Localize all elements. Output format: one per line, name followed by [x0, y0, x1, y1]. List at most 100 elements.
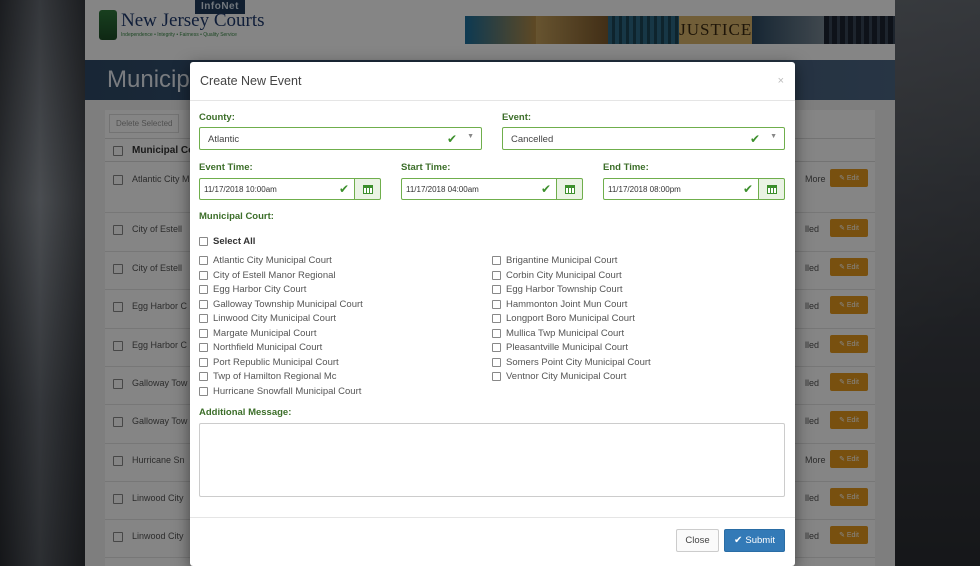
court-option[interactable]: Margate Municipal Court [199, 328, 317, 339]
court-option[interactable]: Longport Boro Municipal Court [492, 313, 635, 324]
court-label: Galloway Township Municipal Court [213, 298, 363, 310]
modal-title: Create New Event [200, 74, 302, 88]
court-option[interactable]: Somers Point City Municipal Court [492, 357, 651, 368]
county-value: Atlantic [208, 134, 240, 145]
calendar-icon [564, 184, 575, 194]
court-option[interactable]: Galloway Township Municipal Court [199, 299, 363, 310]
court-label: Hurricane Snowfall Municipal Court [213, 385, 362, 397]
court-checkbox[interactable] [492, 328, 501, 338]
court-option[interactable]: Atlantic City Municipal Court [199, 255, 332, 266]
modal-header: Create New Event × [190, 62, 795, 101]
select-all-checkbox[interactable] [199, 237, 208, 246]
start-time-input[interactable]: 11/17/2018 04:00am ✔ [401, 178, 557, 200]
court-checkbox[interactable] [492, 357, 501, 367]
close-button[interactable]: Close [676, 529, 719, 552]
court-label: Atlantic City Municipal Court [213, 255, 332, 266]
court-checkbox[interactable] [199, 314, 208, 323]
end-time-calendar-button[interactable] [759, 178, 785, 200]
court-checkbox[interactable] [199, 328, 208, 338]
court-option[interactable]: Hammonton Joint Mun Court [492, 299, 627, 310]
close-icon[interactable]: × [778, 75, 784, 87]
court-option[interactable]: Linwood City Municipal Court [199, 313, 336, 324]
event-label: Event: [502, 112, 532, 123]
event-time-value: 11/17/2018 10:00am [204, 185, 277, 194]
court-option[interactable]: Pleasantville Municipal Court [492, 342, 628, 353]
start-time-picker: 11/17/2018 04:00am ✔ [401, 178, 583, 200]
court-option[interactable]: Egg Harbor Township Court [492, 284, 623, 295]
additional-message-label: Additional Message: [199, 407, 292, 418]
calendar-icon [766, 184, 777, 194]
event-time-picker: 11/17/2018 10:00am ✔ [199, 178, 381, 200]
court-option[interactable]: Northfield Municipal Court [199, 342, 322, 353]
end-time-label: End Time: [603, 162, 649, 173]
court-label: Brigantine Municipal Court [506, 255, 618, 266]
court-option[interactable]: Twp of Hamilton Regional Mc [199, 371, 337, 382]
end-time-picker: 11/17/2018 08:00pm ✔ [603, 178, 785, 200]
court-option[interactable]: City of Estell Manor Regional [199, 270, 336, 281]
court-checkbox[interactable] [199, 357, 208, 367]
start-time-label: Start Time: [401, 162, 451, 173]
event-time-label: Event Time: [199, 162, 253, 173]
court-label: Egg Harbor City Court [213, 284, 307, 295]
submit-button[interactable]: ✔ Submit [724, 529, 785, 552]
modal-footer: Close ✔ Submit [190, 517, 795, 566]
court-checkbox[interactable] [492, 270, 501, 280]
court-checkbox[interactable] [492, 314, 501, 323]
court-checkbox[interactable] [199, 299, 208, 309]
county-select[interactable]: Atlantic ✔ ▼ [199, 127, 482, 150]
end-time-input[interactable]: 11/17/2018 08:00pm ✔ [603, 178, 759, 200]
chevron-down-icon: ▼ [770, 133, 777, 140]
court-label: Port Republic Municipal Court [213, 356, 339, 368]
court-label: Mullica Twp Municipal Court [506, 327, 625, 339]
court-option[interactable]: Hurricane Snowfall Municipal Court [199, 386, 361, 397]
checkmark-icon: ✔ [338, 182, 349, 196]
court-option[interactable]: Port Republic Municipal Court [199, 357, 339, 368]
court-checkbox[interactable] [199, 256, 208, 265]
court-checkbox[interactable] [199, 270, 208, 280]
court-option[interactable]: Egg Harbor City Court [199, 284, 306, 295]
court-option[interactable]: Ventnor City Municipal Court [492, 371, 626, 382]
additional-message-textarea[interactable] [199, 423, 785, 497]
select-all-courts[interactable]: Select All [199, 236, 255, 247]
calendar-icon [362, 184, 373, 194]
court-label: Hammonton Joint Mun Court [506, 298, 628, 310]
court-label: Somers Point City Municipal Court [506, 356, 651, 368]
start-time-calendar-button[interactable] [557, 178, 583, 200]
court-label: Twp of Hamilton Regional Mc [213, 371, 337, 382]
select-all-label: Select All [213, 236, 256, 247]
checkmark-icon: ✔ [749, 132, 760, 146]
court-option[interactable]: Corbin City Municipal Court [492, 270, 622, 281]
court-checkbox[interactable] [492, 372, 501, 381]
court-label: Margate Municipal Court [213, 327, 317, 339]
start-time-value: 11/17/2018 04:00am [406, 185, 479, 194]
checkmark-icon: ✔ [734, 535, 743, 546]
court-checkbox[interactable] [199, 386, 208, 396]
court-label: Linwood City Municipal Court [213, 313, 337, 324]
court-option[interactable]: Brigantine Municipal Court [492, 255, 617, 266]
checkmark-icon: ✔ [742, 182, 753, 196]
court-checkbox[interactable] [492, 299, 501, 309]
court-label: Pleasantville Municipal Court [506, 342, 628, 353]
court-checkbox[interactable] [199, 343, 208, 352]
checkmark-icon: ✔ [540, 182, 551, 196]
create-event-modal: Create New Event × County: Atlantic ✔ ▼ … [190, 62, 795, 566]
court-label: Northfield Municipal Court [213, 342, 323, 353]
municipal-court-label: Municipal Court: [199, 211, 274, 222]
checkmark-icon: ✔ [446, 132, 457, 146]
chevron-down-icon: ▼ [467, 133, 474, 140]
court-checkbox[interactable] [199, 285, 208, 294]
court-checkbox[interactable] [492, 343, 501, 352]
event-value: Cancelled [511, 134, 554, 145]
court-label: Corbin City Municipal Court [506, 269, 622, 281]
event-time-input[interactable]: 11/17/2018 10:00am ✔ [199, 178, 355, 200]
court-label: Egg Harbor Township Court [506, 284, 623, 295]
court-option[interactable]: Mullica Twp Municipal Court [492, 328, 624, 339]
submit-label: Submit [745, 535, 775, 546]
event-select[interactable]: Cancelled ✔ ▼ [502, 127, 785, 150]
court-checkbox[interactable] [492, 256, 501, 265]
court-checkbox[interactable] [492, 285, 501, 294]
event-time-calendar-button[interactable] [355, 178, 381, 200]
court-checkbox[interactable] [199, 372, 208, 381]
court-label: City of Estell Manor Regional [213, 269, 336, 281]
court-label: Longport Boro Municipal Court [506, 313, 635, 324]
